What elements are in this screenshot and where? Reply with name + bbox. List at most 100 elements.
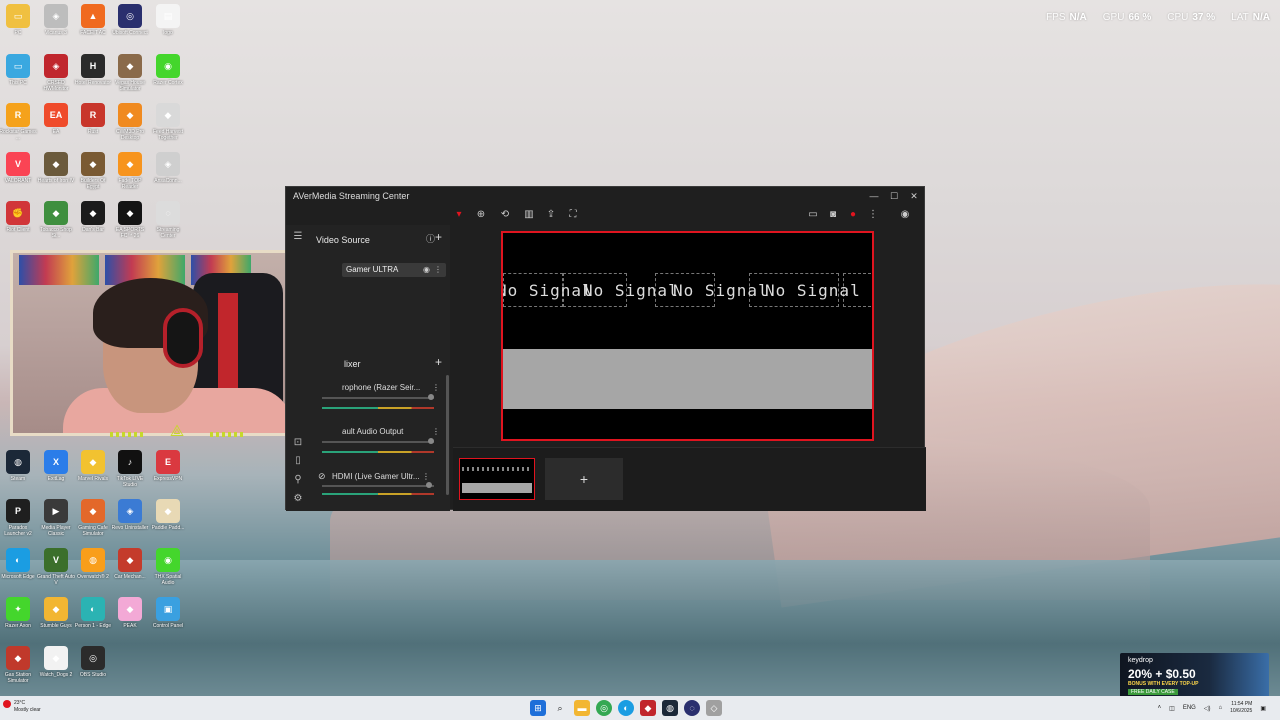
layout-icon[interactable]: ▭ [806, 208, 820, 222]
desktop-icon[interactable]: ◆ Fade TOP Reader [111, 152, 149, 190]
volume-slider-knob[interactable] [428, 394, 434, 400]
volume-slider[interactable] [322, 441, 434, 443]
desktop-icon[interactable]: V VALORANT [0, 152, 37, 184]
panel-scrollbar[interactable] [446, 375, 449, 495]
document-icon[interactable]: ▯ [292, 455, 304, 467]
volume-slider[interactable] [322, 397, 434, 399]
desktop-icon[interactable]: ◆ Gas Station Simulator [0, 646, 37, 684]
tray-app-icon[interactable]: ◫ [1169, 705, 1175, 712]
desktop-icon[interactable]: R Rust [74, 103, 112, 135]
split-layout-icon[interactable]: ▥ [522, 208, 536, 222]
desktop-icon[interactable]: ◆ Tobacco Shop Si... [37, 201, 75, 239]
desktop-icon[interactable]: ◆ Paddle Padd... [149, 499, 187, 531]
source-more-icon[interactable]: ⋮ [434, 263, 442, 277]
weather-widget[interactable]: 23°C Mostly clear [14, 700, 41, 714]
add-audio-button[interactable]: + [435, 355, 442, 369]
desktop-icon[interactable]: ◆ Vegas House Simulator [111, 54, 149, 92]
desktop-icon[interactable]: ◍ Overwatch® 2 [74, 548, 112, 580]
minimize-button[interactable]: — [864, 191, 884, 202]
desktop-icon[interactable]: V Grand Theft Auto V [37, 548, 75, 586]
desktop-icon[interactable]: ▭ PC [0, 4, 37, 36]
network-icon[interactable]: ⌂ [1218, 705, 1222, 711]
maximize-button[interactable]: ☐ [884, 191, 904, 202]
audio-device-icon[interactable]: ⊡ [292, 437, 304, 449]
notifications-icon[interactable]: ▣ [1260, 705, 1266, 712]
desktop-icon[interactable]: ◎ OBS Studio [74, 646, 112, 678]
scene-thumbnail[interactable] [459, 458, 535, 500]
desktop-icon[interactable]: ▤ logo [149, 4, 187, 36]
audio-channel-output[interactable]: ault Audio Output ⋮ [322, 427, 446, 453]
desktop-icon[interactable]: ◍ Steam [0, 450, 37, 482]
desktop-icon[interactable]: ◈ Revo Uninstaller [111, 499, 149, 531]
info-icon[interactable]: ⓘ [426, 232, 435, 245]
brand-menu-icon[interactable]: ▾ [452, 208, 466, 222]
mute-speaker-icon[interactable]: ⊘ [318, 471, 326, 482]
desktop-icon[interactable]: ▭ This PC [0, 54, 37, 86]
desktop-icon[interactable]: ◎ Ubisoft Connect [111, 4, 149, 36]
desktop-icon[interactable]: ◆ Hearts of Iron IV [37, 152, 75, 184]
volume-slider-knob[interactable] [426, 482, 432, 488]
desktop-icon[interactable]: ◆ EA SPORTS FC™ 26 [111, 201, 149, 239]
channel-more-icon[interactable]: ⋮ [432, 383, 440, 392]
volume-slider-knob[interactable] [428, 438, 434, 444]
chrome-icon[interactable]: ◎ [596, 700, 612, 716]
record-icon[interactable]: ● [846, 208, 860, 222]
ubisoft-icon[interactable]: ◌ [684, 700, 700, 716]
desktop-icon[interactable]: R Rockstar Games ... [0, 103, 37, 141]
preview-canvas[interactable]: No Signal No Signal No Signal No Signal [501, 231, 874, 441]
volume-slider[interactable] [322, 485, 434, 487]
export-icon[interactable]: ⇪ [544, 208, 558, 222]
desktop-icon[interactable]: ◆ Builders Of Egypt [74, 152, 112, 190]
language-indicator[interactable]: ENG [1183, 705, 1196, 711]
settings-gear-icon[interactable]: ⚙ [292, 493, 304, 505]
steam-icon[interactable]: ◍ [662, 700, 678, 716]
desktop-icon[interactable]: ◉ THX Spatial Audio [149, 548, 187, 586]
desktop-icon[interactable]: ◌ Streaming Center [149, 201, 187, 239]
weather-icon[interactable] [3, 700, 11, 708]
desktop-icon[interactable]: H Hotel Renovator [74, 54, 112, 86]
desktop-icon[interactable]: ◐ Microsoft Edge [0, 548, 37, 580]
zoom-icon[interactable]: ⊕ [474, 208, 488, 222]
desktop-icon[interactable]: ▶ Media Player Classic [37, 499, 75, 537]
video-source-item[interactable]: Gamer ULTRA ◉ ⋮ [342, 263, 446, 277]
desktop-icon[interactable]: ◉ Razer Cortex [149, 54, 187, 86]
desktop-icon[interactable]: ◈ Vicarius 3 [37, 4, 75, 36]
close-button[interactable]: ✕ [904, 191, 924, 202]
keydrop-ad[interactable]: keydrop 20% + $0.50 BONUS WITH EVERY TOP… [1120, 653, 1269, 699]
desktop-icon[interactable]: ◆ Stumble Guys [37, 597, 75, 629]
streaming-center-icon[interactable]: ◇ [706, 700, 722, 716]
window-titlebar[interactable]: AVerMedia Streaming Center — ☐ ✕ [286, 187, 924, 205]
desktop-icon[interactable]: ✦ Razer Axon [0, 597, 37, 629]
audio-channel-microphone[interactable]: rophone (Razer Seir... ⋮ [322, 383, 446, 409]
desktop-icon[interactable]: EA EA [37, 103, 75, 135]
desktop-icon[interactable]: ◆ Car Mechan... [111, 548, 149, 580]
desktop-icon[interactable]: ▣ Control Panel [149, 597, 187, 629]
volume-icon[interactable]: ◁) [1204, 705, 1211, 712]
desktop-icon[interactable]: ◆ CWM3D Pro Desktop [111, 103, 149, 141]
desktop-icon[interactable]: ♪ TikTok LIVE Studio [111, 450, 149, 488]
game-app-icon[interactable]: ◆ [640, 700, 656, 716]
edge-icon[interactable]: ◐ [618, 700, 634, 716]
desktop-icon[interactable]: ◆ Watch_Dogs 2 [37, 646, 75, 678]
camera-icon[interactable]: ◙ [826, 208, 840, 222]
desktop-icon[interactable]: ◆ PEAK [111, 597, 149, 629]
fullscreen-icon[interactable]: ⛶ [566, 208, 580, 222]
search-icon[interactable]: ⌕ [552, 700, 568, 716]
channel-more-icon[interactable]: ⋮ [432, 427, 440, 436]
audio-channel-hdmi[interactable]: HDMI (Live Gamer Ultr... ⋮ [322, 472, 436, 495]
desktop-icon[interactable]: ▲ FACEIT AC [74, 4, 112, 36]
desktop-icon[interactable]: ◆ Dan's Bar [74, 201, 112, 233]
desktop-icon[interactable]: ◆ Gaming Cafe Simulator [74, 499, 112, 537]
desktop-icon[interactable]: ◆ Marvel Rivals [74, 450, 112, 482]
desktop-icon[interactable]: ◆ Feed Harvest Together [149, 103, 187, 141]
desktop-icon[interactable]: ◐ Person 1 - Edge [74, 597, 112, 629]
desktop-icon[interactable]: ◈ AnsaConn... [149, 152, 187, 184]
rotate-icon[interactable]: ⟲ [498, 208, 512, 222]
desktop-icon[interactable]: E ExpressVPN [149, 450, 187, 482]
clock[interactable]: 11:54 PM 10/6/2025 [1230, 701, 1252, 715]
desktop-icon[interactable]: X ExitLag [37, 450, 75, 482]
add-source-button[interactable]: + [435, 230, 442, 244]
file-explorer-icon[interactable]: ▬ [574, 700, 590, 716]
menu-icon[interactable]: ☰ [292, 231, 304, 243]
start-icon[interactable]: ⊞ [530, 700, 546, 716]
